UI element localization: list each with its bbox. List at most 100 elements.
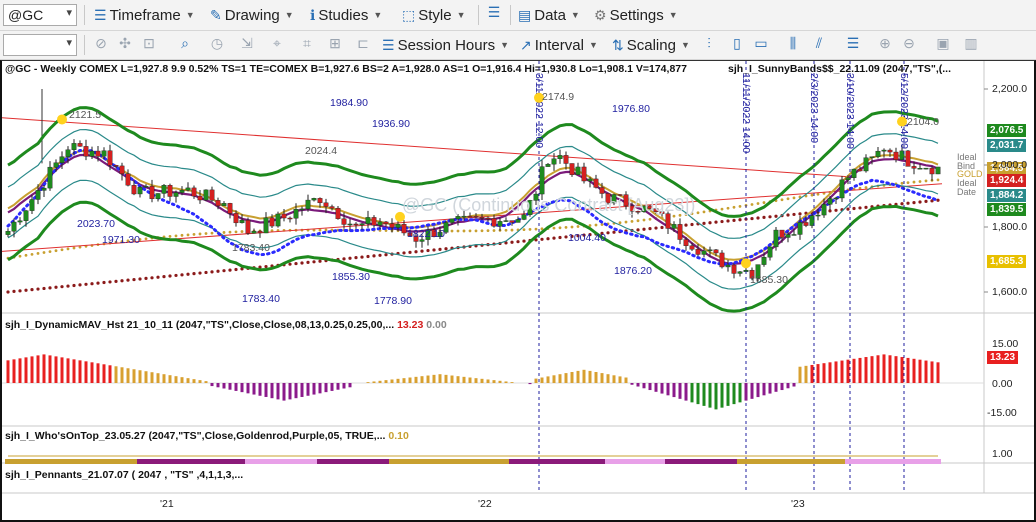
expand-icon[interactable]: ▥ [962,35,980,52]
gold-trend-dot [726,206,730,210]
timeframe-button[interactable]: ☰ Timeframe ▼ [94,3,195,27]
histogram-bar-negative [666,383,670,396]
session-hours-button[interactable]: ☰ Session Hours ▼ [382,33,509,57]
gold-trend-dot [594,223,598,227]
bar-chart-icon[interactable]: ⫶ [700,35,718,52]
long-trend-dot [186,272,190,276]
gold-trend-dot [30,252,34,256]
pennant-segment [161,459,167,464]
long-trend-dot [42,286,46,291]
histogram-bar-negative [744,383,748,401]
link-icon[interactable]: ⊡ [140,35,158,52]
candle-down [125,173,131,186]
hollow-candle-icon[interactable]: ▭ [752,35,770,52]
histogram-bar-negative [702,383,706,406]
scaling-button[interactable]: ⇅ Scaling ▼ [612,33,690,57]
long-trend-dot [108,280,112,284]
zoom-out-icon[interactable]: ⌗ [298,35,316,52]
gold-trend-dot [924,179,928,183]
histogram-bar-positive [534,378,538,383]
candle-up [737,271,743,274]
long-trend-dot [420,249,424,253]
candle-up [23,210,29,221]
drag-icon[interactable]: ⇲ [238,35,256,52]
pennant-segment [827,459,833,464]
clock-icon[interactable]: ◷ [208,35,226,52]
zoom-out-icon[interactable]: ⊖ [900,35,918,52]
long-trend-dot [6,290,10,294]
chart-canvas[interactable]: 3/11/2022 12:00 11/11/2022 14:00 2/3/2023 … [2,61,1034,520]
chevron-down-icon[interactable]: ▾ [66,36,72,49]
grid-icon[interactable]: ⊞ [326,35,344,52]
symbol-input[interactable]: @GC ▾ [3,4,77,26]
snap-icon[interactable]: ⊏ [354,35,372,52]
histogram-bar-positive [144,371,148,383]
pennant-segment [191,459,197,464]
candle-up [725,264,731,268]
pennant-segment [467,459,473,464]
right-price-tag: 1,884.2 [987,189,1027,202]
histogram-bar-positive [924,360,928,383]
candle-down [803,222,809,226]
settings-button[interactable]: ⚙ Settings ▼ [594,3,678,27]
candle-up [221,203,227,207]
interval-input[interactable]: ▾ [3,34,77,56]
candle-down [389,223,395,228]
candle-down [485,217,491,220]
style-button[interactable]: ⬚ Style ▼ [402,3,466,27]
layout-icon[interactable]: ☰ [844,35,862,52]
long-trend-dot [90,282,94,286]
histogram-bar-negative [648,383,652,391]
histogram-bar-positive [624,377,628,383]
gold-trend-dot [750,203,754,206]
candlestick-icon[interactable]: ▯ [728,35,746,52]
candle-down [167,185,173,197]
long-trend-dot [192,272,196,276]
gold-trend-dot [564,225,568,229]
chevron-down-icon[interactable]: ▾ [66,6,72,19]
histogram-bar-negative [258,383,262,396]
zoom-in-icon[interactable]: ⊕ [876,35,894,52]
histogram-bar-positive [90,362,94,383]
dynamic-mav-title: sjh_I_DynamicMAV_Hst 21_10_11 (2047,"TS"… [5,319,395,331]
chevron-down-icon: ▼ [185,10,195,20]
long-trend-dot [156,275,160,279]
pennant-segment [809,459,815,464]
zoom-in-icon[interactable]: ⌖ [268,35,286,52]
price-annotation: 1971.30 [102,234,140,246]
long-trend-dot [552,236,556,240]
candle-up [293,209,299,219]
long-trend-dot [234,267,238,272]
histogram-bar-negative [636,383,640,387]
long-trend-dot [738,218,742,222]
window-icon[interactable]: ▣ [934,35,952,52]
zoom-search-icon[interactable]: ⌕ [176,35,194,52]
pennant-segment [311,459,317,464]
right-price-tag: 1,924.4 [987,174,1027,187]
pennant-segment [203,459,209,464]
data-label: Data [534,6,566,24]
data-button[interactable]: ▤ Data ▼ [518,3,580,27]
interval-button[interactable]: ↗ Interval ▼ [520,33,598,57]
long-trend-dot [210,270,214,274]
long-trend-dot [198,271,202,275]
chart-window[interactable]: 3/11/2022 12:00 11/11/2022 14:00 2/3/2023 … [0,60,1036,522]
scaling-icon: ⇅ [612,36,624,53]
timeframe-icon: ☰ [94,6,107,23]
studies-button[interactable]: ℹ Studies ▼ [310,3,382,27]
pennant-segment [461,459,467,464]
bars-icon[interactable]: ⫼ [784,35,802,52]
layout-icon[interactable]: ☰ [485,4,503,21]
data-icon: ▤ [518,6,532,23]
candle-up [455,216,461,220]
gold-trend-dot [906,181,910,185]
drawing-button[interactable]: ✎ Drawing ▼ [210,3,294,27]
cursor-icon[interactable]: ⊘ [92,35,110,52]
histogram-bar-positive [384,380,388,383]
candle-down [677,224,683,240]
step-icon[interactable]: ⫽ [810,35,828,52]
pennant-segment [347,459,353,464]
long-trend-dot [408,250,412,254]
crosshair-icon[interactable]: ✣ [116,35,134,52]
long-trend-dot [294,261,298,266]
